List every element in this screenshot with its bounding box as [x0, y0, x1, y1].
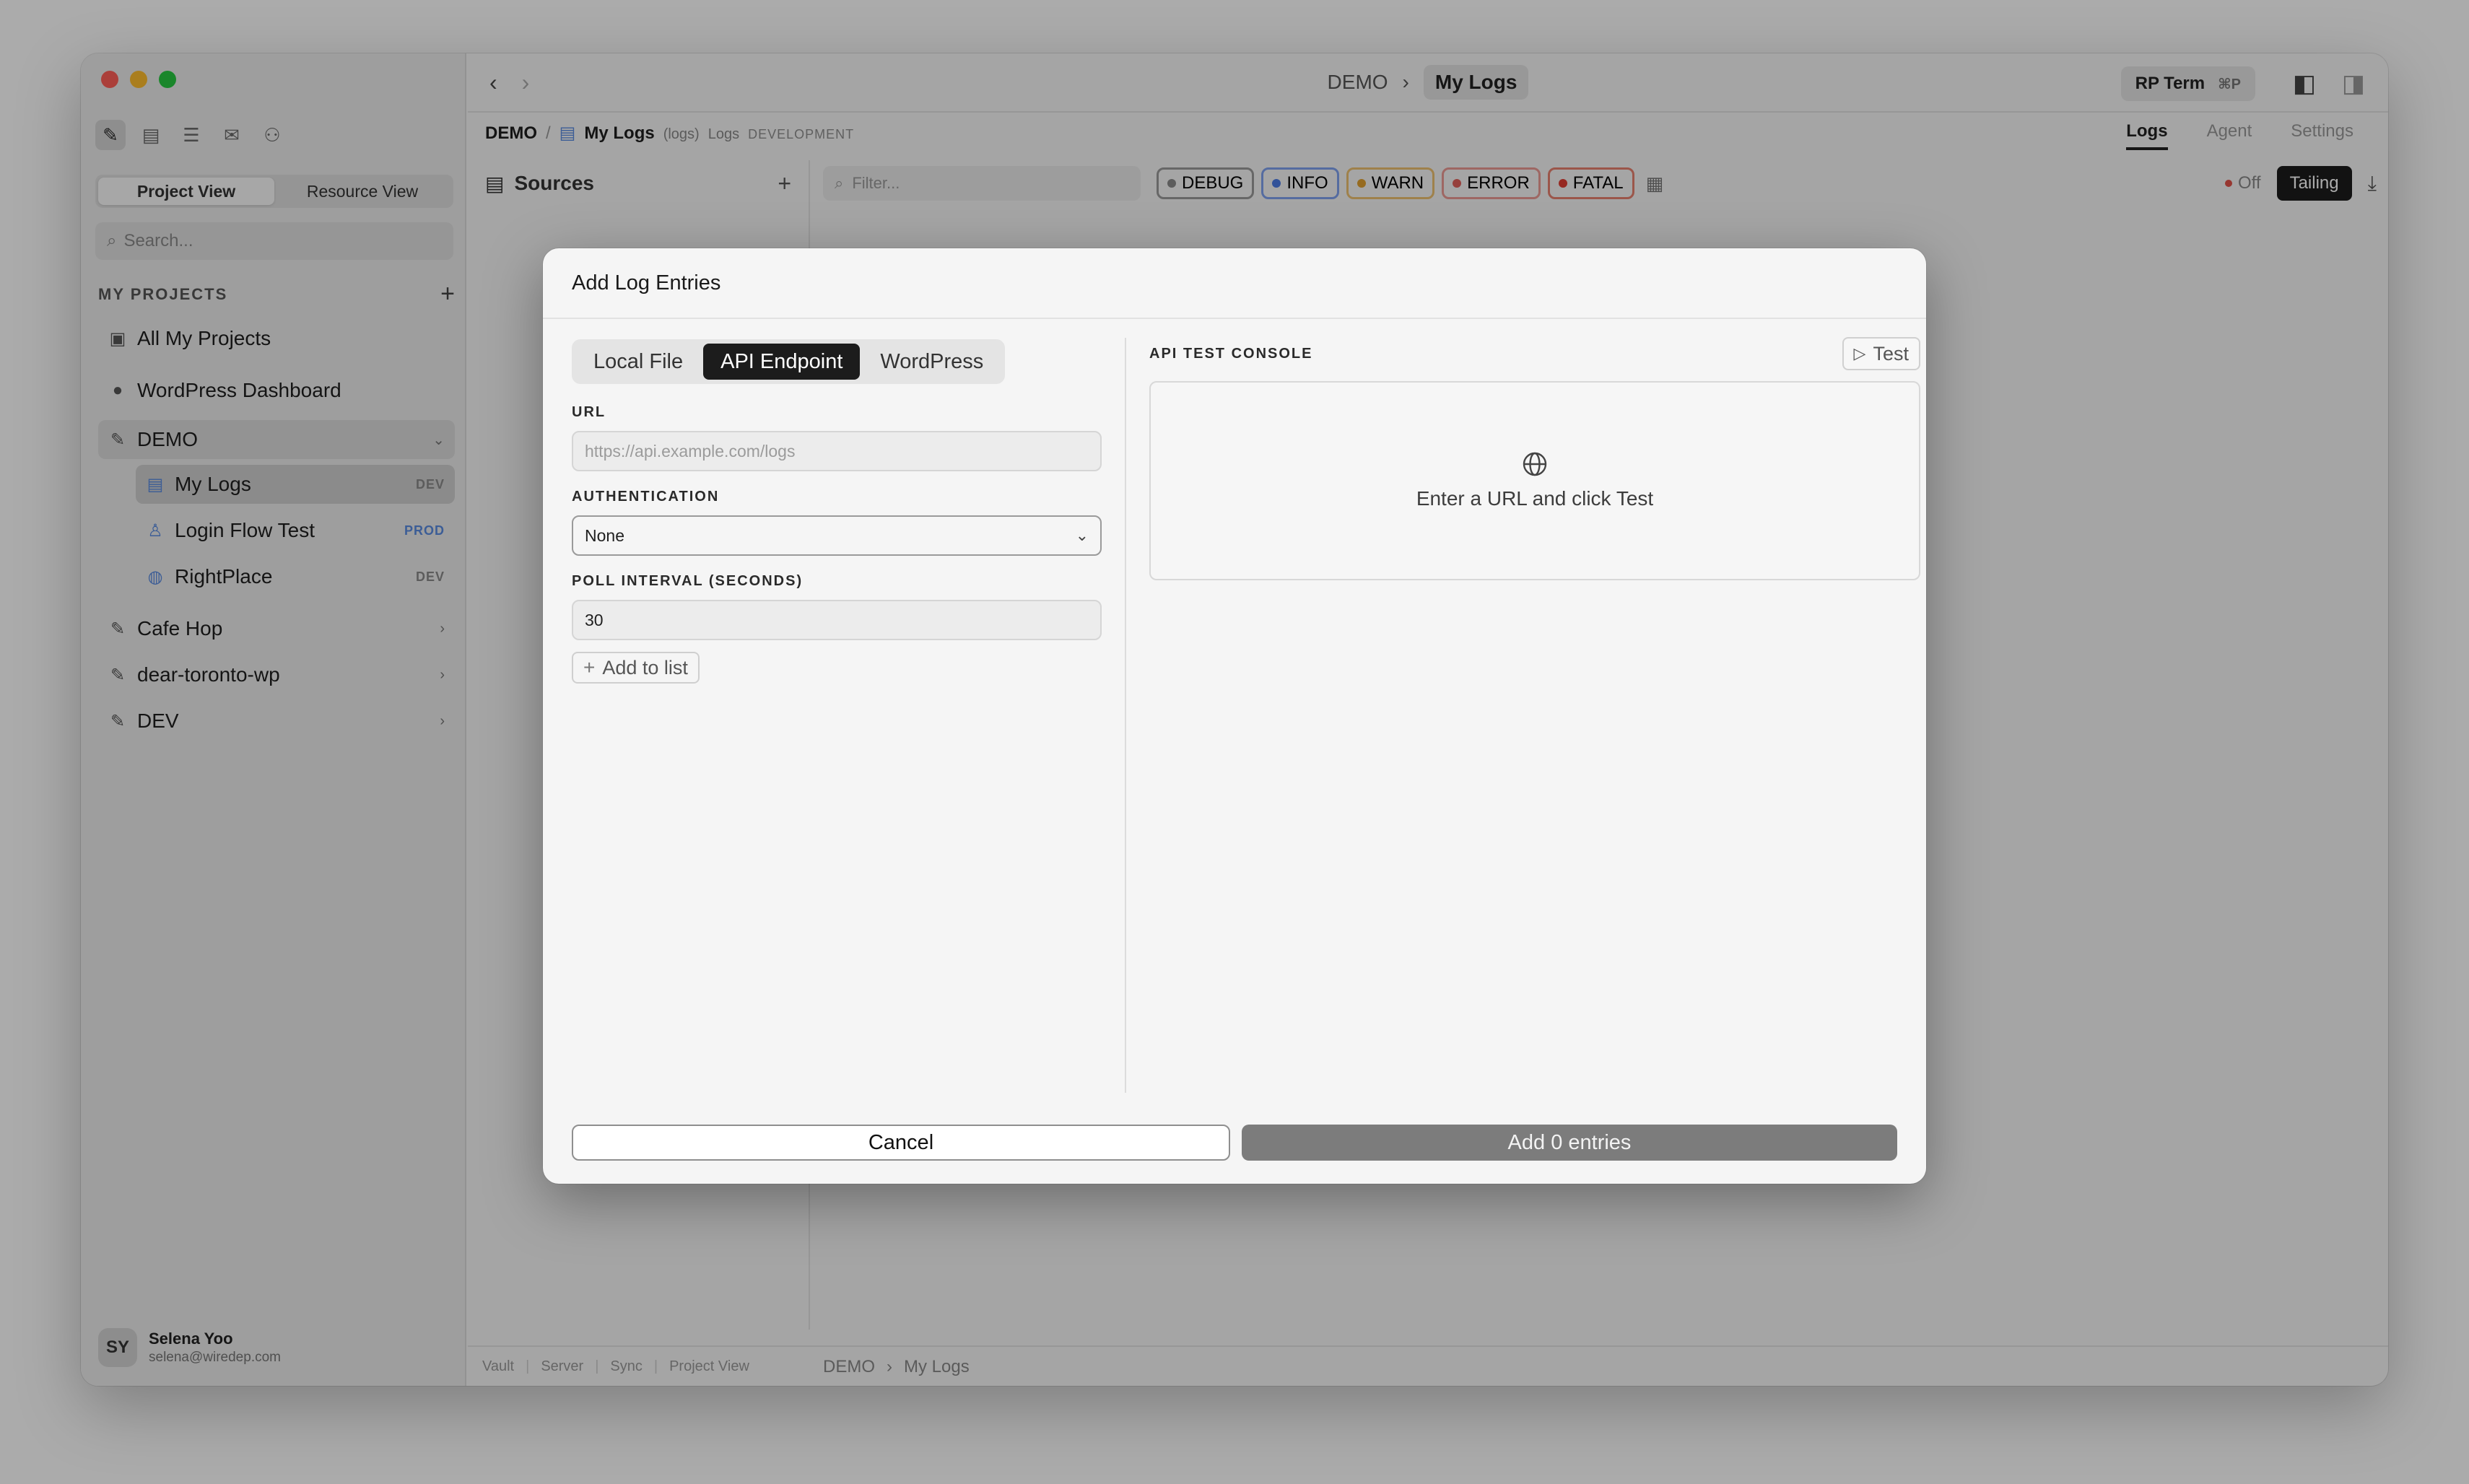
poll-interval-label: POLL INTERVAL (SECONDS) [572, 573, 804, 589]
chevron-down-icon: ⌄ [1075, 526, 1089, 544]
authentication-label: AUTHENTICATION [572, 489, 720, 505]
source-type-tabs: Local File API Endpoint WordPress [572, 339, 1006, 384]
cancel-button[interactable]: Cancel [572, 1125, 1230, 1161]
globe-icon [1522, 451, 1548, 477]
url-label: URL [572, 404, 606, 420]
add-log-entries-dialog: Add Log Entries Local File API Endpoint … [543, 248, 1926, 1184]
poll-interval-value: 30 [585, 610, 604, 629]
plus-icon: + [583, 656, 596, 678]
dialog-footer: Cancel Add 0 entries [572, 1125, 1897, 1161]
column-divider [1125, 338, 1126, 1093]
play-icon: ▷ [1853, 344, 1866, 362]
authentication-select[interactable]: None ⌄ [572, 515, 1102, 556]
api-test-panel: API TEST CONSOLE ▷ Test Enter a URL and … [1149, 337, 1920, 580]
dialog-header: Add Log Entries [543, 248, 1926, 319]
url-placeholder: https://api.example.com/logs [585, 441, 796, 461]
tab-local-file[interactable]: Local File [576, 344, 700, 380]
tab-api-endpoint[interactable]: API Endpoint [703, 344, 861, 380]
add-to-list-label: Add to list [602, 656, 688, 678]
add-entries-button[interactable]: Add 0 entries [1242, 1125, 1897, 1161]
authentication-value: None [585, 525, 624, 545]
source-config-panel: Local File API Endpoint WordPress URL ht… [572, 339, 1102, 684]
console-header: API TEST CONSOLE ▷ Test [1149, 337, 1920, 370]
console-hint: Enter a URL and click Test [1416, 487, 1654, 510]
test-button[interactable]: ▷ Test [1842, 337, 1920, 370]
api-test-console: Enter a URL and click Test [1149, 381, 1920, 580]
url-input[interactable]: https://api.example.com/logs [572, 431, 1102, 471]
tab-wordpress[interactable]: WordPress [863, 344, 1001, 380]
console-label: API TEST CONSOLE [1149, 345, 1313, 362]
test-button-label: Test [1873, 342, 1909, 365]
dialog-title: Add Log Entries [572, 271, 721, 294]
add-to-list-button[interactable]: + Add to list [572, 652, 700, 684]
poll-interval-input[interactable]: 30 [572, 600, 1102, 640]
